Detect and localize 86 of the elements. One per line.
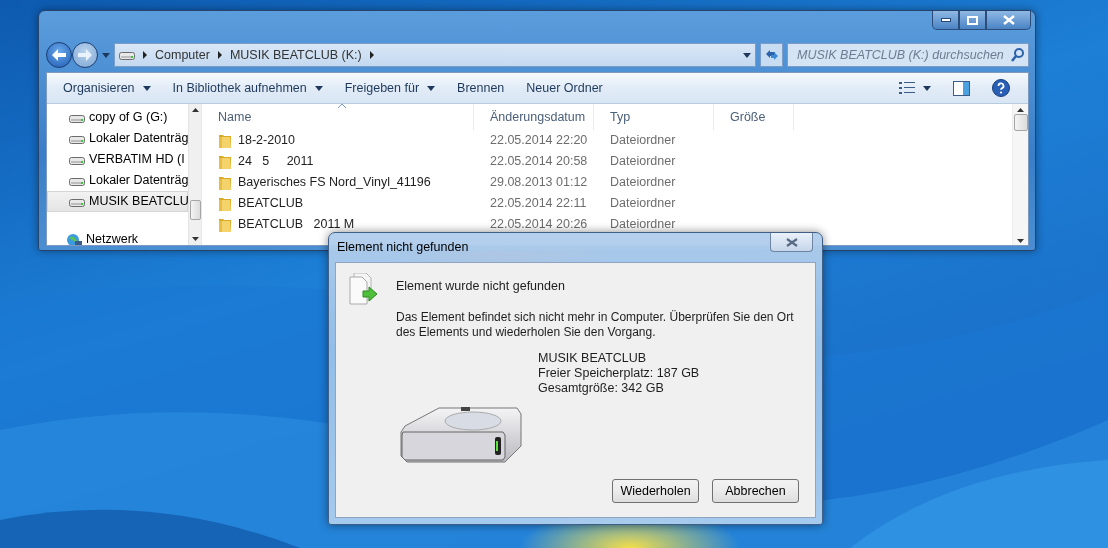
breadcrumb[interactable]: Computer [155,45,210,65]
forward-arrow-icon [78,49,92,61]
chevron-icon [217,51,222,59]
dialog-button[interactable]: Wiederholen [612,479,699,503]
help-icon [992,79,1010,97]
close-icon [1002,15,1015,25]
dropdown-icon[interactable] [743,52,751,58]
caret-icon [427,85,436,91]
scroll-up-icon [1017,108,1024,112]
table-cell[interactable]: BEATCLUB 2011 M [202,215,474,234]
table-cell-text: Dateiordner [609,216,677,234]
scroll-down-icon [191,237,199,241]
scrollbar-thumb[interactable] [1013,114,1028,131]
table-cell-text: Dateiordner [609,132,677,150]
table-cell[interactable]: BEATCLUB [202,194,474,213]
scrollbar-thumb[interactable] [189,199,201,220]
drive-name: MUSIK BEATCLUB [538,350,648,366]
table-cell[interactable]: 18-2-2010 [202,131,474,150]
table-cell-text: Dateiordner [609,174,677,192]
minimize-icon [940,18,951,22]
drive-icon [119,49,135,61]
column-header[interactable]: Typ [594,104,714,130]
chevron-icon [143,51,147,59]
folder-icon [218,216,232,233]
free-space: Freier Speicherplatz: 187 GB [538,365,701,381]
toolbar-button[interactable]: Freigeben für [334,75,446,101]
toolbar-button[interactable]: Organisieren [53,75,161,101]
minimize-button[interactable] [932,11,959,30]
dialog-message: Das Element befindet sich nicht mehr in Computer. Überprüfen Sie den Ort des Elements und wiederholen Sie den Vorgang. [396,309,795,340]
history-dropdown-icon[interactable] [102,52,110,58]
globe-icon [66,232,82,245]
folder-icon [218,153,232,170]
nav-item[interactable]: Lokaler Datenträg [47,128,188,149]
chevron-icon [369,51,374,59]
folder-icon [218,132,232,149]
table-cell-text: 22.05.2014 22:11 [489,195,588,213]
forward-button[interactable] [72,42,98,68]
total-size: Gesamtgröße: 342 GB [538,380,665,396]
back-button[interactable] [46,42,72,68]
breadcrumb[interactable]: MUSIK BEATCLUB (K:) [229,45,362,65]
file-move-icon [348,273,380,307]
toolbar-button[interactable]: Neuer Ordner [516,75,613,101]
nav-item[interactable]: Netzwerk [47,229,188,245]
refresh-icon [764,48,779,62]
close-icon [785,237,798,247]
toolbar-button[interactable]: In Bibliothek aufnehmen [162,75,333,101]
details-view-icon [899,82,915,94]
table-cell-text: Dateiordner [609,153,677,171]
column-header[interactable]: Größe [714,104,794,130]
nav-item[interactable]: copy of G (G:) [47,107,188,128]
column-header[interactable]: Name [202,104,474,130]
table-cell-text: 22.05.2014 20:58 [489,153,589,171]
caret-icon [923,85,931,91]
search-icon [1011,48,1024,62]
table-cell-text: 22.05.2014 22:20 [489,132,589,150]
column-header[interactable]: Änderungsdatum [474,104,594,130]
close-button[interactable] [986,11,1031,30]
refresh-button[interactable] [760,43,783,67]
nav-item[interactable]: VERBATIM HD (I [47,149,188,170]
preview-pane-icon [953,80,970,96]
table-cell[interactable]: 24 5 2011 [202,152,474,171]
back-arrow-icon [52,49,66,61]
table-cell-text: 22.05.2014 20:26 [489,216,589,234]
scrollbar[interactable] [188,104,201,245]
scrollbar[interactable] [1012,104,1028,245]
dialog-heading: Element wurde nicht gefunden [396,278,566,295]
scroll-up-icon [191,108,199,112]
folder-icon [218,174,232,191]
hard-drive-icon [399,405,523,464]
caret-icon [142,85,151,91]
address-bar[interactable]: Computer MUSIK BEATCLUB (K:) [114,43,756,67]
maximize-icon [967,15,978,25]
scroll-down-icon [1017,239,1024,243]
nav-item[interactable]: Lokaler Datenträg [47,170,188,191]
nav-item[interactable]: MUSIK BEATCLU [47,191,188,212]
toolbar-button[interactable]: Brennen [447,75,515,101]
folder-icon [218,195,232,212]
table-cell-text: 29.08.2013 01:12 [489,174,589,192]
dialog-title: Element nicht gefunden [337,239,469,257]
dialog-button[interactable]: Abbrechen [712,479,799,503]
table-cell-text: Dateiordner [609,195,677,213]
search-field[interactable]: MUSIK BEATCLUB (K:) durchsuchen [787,43,1029,67]
table-cell[interactable]: Bayerisches FS Nord_Vinyl_41196 [202,173,474,192]
close-button[interactable] [770,233,813,252]
maximize-button[interactable] [959,11,986,30]
caret-icon [314,85,323,91]
